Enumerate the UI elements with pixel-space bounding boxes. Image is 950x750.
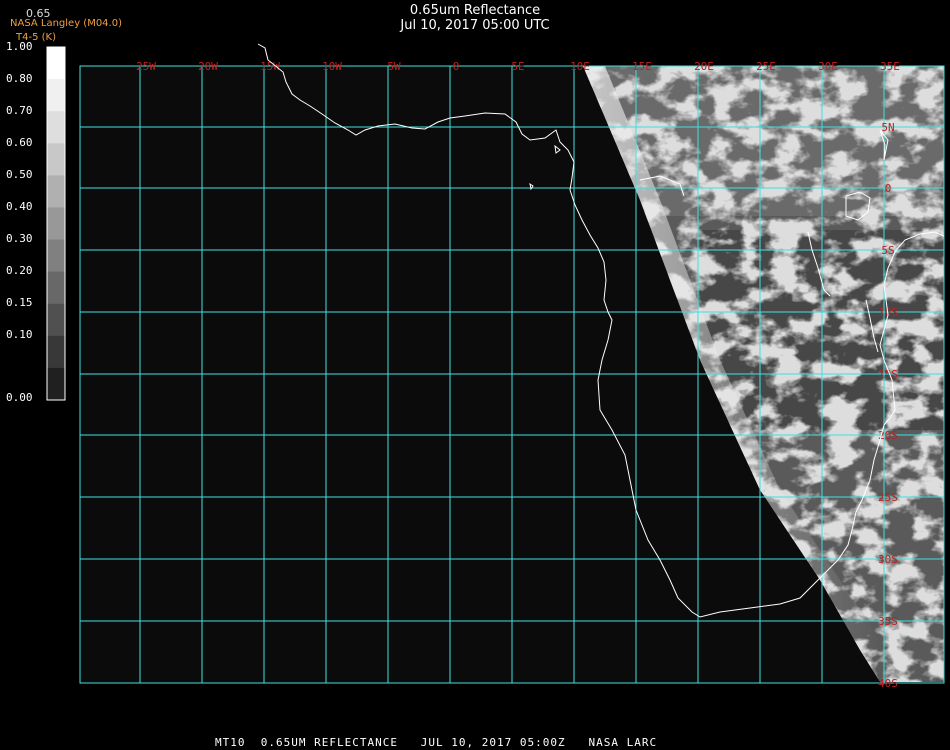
scale-label: 0.10 bbox=[6, 328, 33, 341]
footer-caption: MT10 0.65UM REFLECTANCE JUL 10, 2017 05:… bbox=[215, 736, 658, 749]
map-canvas: 25W 20W 15W 10W 5W 0 5E 10E 15E 20E 25E 30E 35E5N05S… bbox=[46, 43, 945, 690]
lon-label: 20W bbox=[198, 60, 218, 73]
lon-label: 30E bbox=[818, 60, 838, 73]
scale-segment bbox=[47, 111, 65, 144]
scale-segment bbox=[47, 335, 65, 369]
lon-label: 25W bbox=[136, 60, 156, 73]
scale-label: 0.70 bbox=[6, 104, 33, 117]
lon-label: 5W bbox=[387, 60, 401, 73]
scale-segment bbox=[47, 143, 65, 176]
scale-label: 0.20 bbox=[6, 264, 33, 277]
lon-label: 5E bbox=[511, 60, 524, 73]
scale-label: 0.40 bbox=[6, 200, 33, 213]
scale-label: 0.15 bbox=[6, 296, 33, 309]
lat-label: 5N bbox=[881, 121, 894, 134]
scale-segment bbox=[47, 207, 65, 241]
lon-label: 25E bbox=[756, 60, 776, 73]
lat-label: 30S bbox=[878, 553, 898, 566]
lat-label: 40S bbox=[878, 677, 898, 690]
lon-label: 15E bbox=[632, 60, 652, 73]
lon-label: 35E bbox=[880, 60, 900, 73]
scale-label: 0.00 bbox=[6, 391, 33, 404]
scale-label: 0.30 bbox=[6, 232, 33, 245]
lon-label: 10W bbox=[322, 60, 342, 73]
scale-segment bbox=[47, 271, 65, 305]
lat-label: 25S bbox=[878, 491, 898, 504]
lon-label: 20E bbox=[694, 60, 714, 73]
scale-segment bbox=[47, 303, 65, 337]
scale-label: 1.00 bbox=[6, 40, 33, 53]
scale-label: 0.50 bbox=[6, 168, 33, 181]
reflectance-scale-bar bbox=[46, 46, 66, 401]
scale-segment bbox=[47, 47, 65, 80]
scale-segment bbox=[47, 175, 65, 208]
lat-label: 5S bbox=[881, 244, 894, 257]
scale-segment bbox=[47, 367, 65, 401]
lon-label: 0 bbox=[453, 60, 460, 73]
lon-label: 10E bbox=[570, 60, 590, 73]
scale-segment bbox=[47, 79, 65, 112]
scale-label: 0.60 bbox=[6, 136, 33, 149]
scale-segment bbox=[47, 239, 65, 273]
lat-label: 0 bbox=[885, 182, 892, 195]
lat-label: 35S bbox=[878, 615, 898, 628]
scale-label: 0.80 bbox=[6, 72, 33, 85]
